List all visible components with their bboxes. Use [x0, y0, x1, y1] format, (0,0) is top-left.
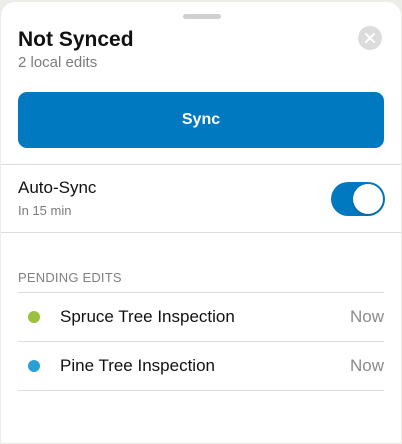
pending-edit-row[interactable]: Pine Tree Inspection Now: [18, 342, 384, 390]
auto-sync-toggle[interactable]: [331, 182, 385, 216]
edit-time: Now: [349, 356, 384, 375]
edit-label: Spruce Tree Inspection: [60, 307, 235, 326]
toggle-knob: [353, 184, 383, 214]
sync-status-sheet: Not Synced 2 local edits Sync Auto-Sync …: [1, 2, 401, 443]
edit-color-dot: [28, 360, 40, 372]
row-divider: [18, 390, 384, 391]
auto-sync-label: Auto-Sync: [18, 178, 97, 197]
divider: [1, 232, 401, 233]
auto-sync-detail: In 15 min: [18, 203, 72, 218]
sheet-title: Not Synced: [18, 28, 134, 51]
sheet-grabber[interactable]: [183, 14, 221, 19]
edit-color-dot: [28, 311, 40, 323]
sync-button[interactable]: Sync: [18, 92, 384, 148]
edit-label: Pine Tree Inspection: [60, 356, 215, 375]
close-icon: [365, 33, 375, 43]
local-edits-count: 2 local edits: [18, 54, 98, 71]
pending-edit-row[interactable]: Spruce Tree Inspection Now: [18, 293, 384, 341]
edit-time: Now: [349, 307, 384, 326]
sync-button-label: Sync: [181, 111, 221, 128]
close-button[interactable]: [358, 26, 382, 50]
pending-edits-header: PENDING EDITS: [18, 270, 122, 285]
divider: [1, 164, 401, 165]
